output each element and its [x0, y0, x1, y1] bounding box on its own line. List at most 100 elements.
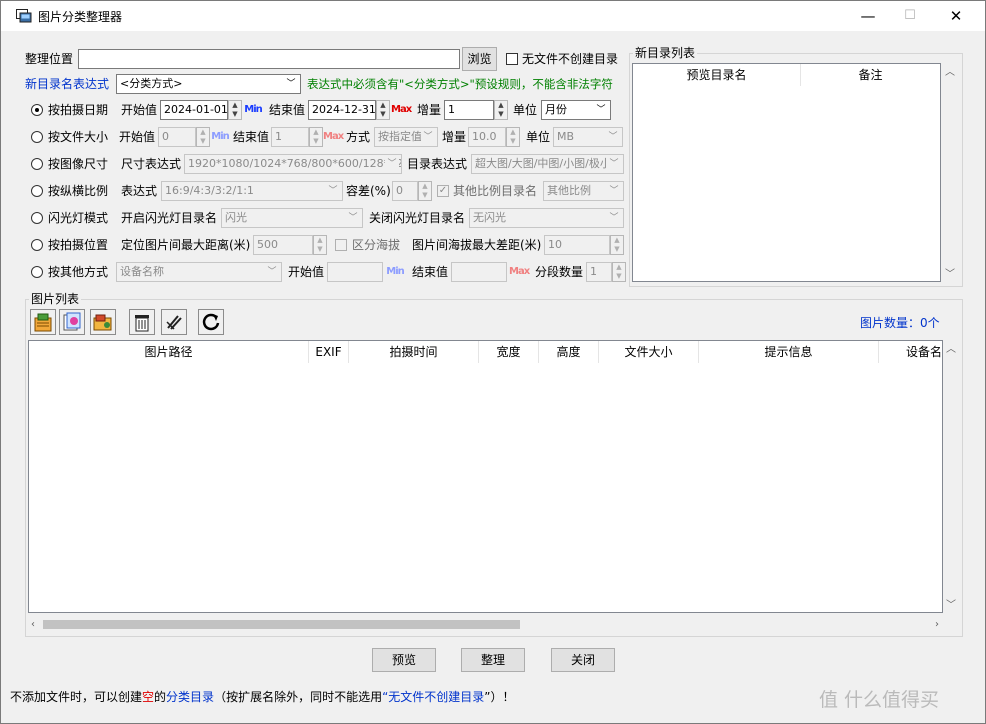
- close-window-button[interactable]: ✕: [933, 1, 979, 31]
- mode-other-label: 按其他方式: [48, 265, 109, 279]
- altdiff-spinner[interactable]: ▲ ▼: [610, 235, 624, 255]
- date-min-button[interactable]: Min: [243, 100, 263, 120]
- column-device[interactable]: 设备名: [879, 341, 942, 363]
- ratio-other-checkbox[interactable]: ✓: [437, 185, 449, 197]
- date-unit-combo[interactable]: 月份 ﹀: [541, 100, 611, 120]
- preview-button[interactable]: 预览: [372, 648, 436, 672]
- column-preview-dir[interactable]: 预览目录名: [633, 64, 801, 86]
- date-start-spinner[interactable]: ▲ ▼: [228, 100, 242, 120]
- horizontal-scrollbar[interactable]: [28, 616, 943, 633]
- minimize-button[interactable]: —: [845, 1, 891, 31]
- delete-button[interactable]: [129, 309, 155, 335]
- ratio-tol-input[interactable]: 0: [392, 181, 418, 201]
- size-max-button[interactable]: Max: [323, 127, 344, 147]
- size-start-input[interactable]: 0: [158, 127, 196, 147]
- mode-other-radio[interactable]: [31, 266, 43, 278]
- column-exif[interactable]: EXIF: [309, 341, 349, 363]
- dimension-expr-combo[interactable]: 1920*1080/1024*768/800*600/128*128 ﹀: [184, 154, 402, 174]
- scroll-down-arrow[interactable]: ﹀: [945, 269, 955, 281]
- clear-icon: [166, 315, 182, 330]
- size-unit-combo[interactable]: MB ﹀: [553, 127, 623, 147]
- date-end-label: 结束值: [269, 103, 306, 117]
- size-method-combo[interactable]: 按指定值 ﹀: [374, 127, 438, 147]
- mode-location-radio[interactable]: [31, 239, 43, 251]
- location-input[interactable]: [78, 49, 460, 69]
- altitude-label: 区分海拔: [352, 238, 401, 252]
- refresh-button[interactable]: [198, 309, 224, 335]
- column-height[interactable]: 高度: [539, 341, 599, 363]
- ratio-other-combo[interactable]: 其他比例 ﹀: [543, 181, 624, 201]
- size-step-input[interactable]: 10.0: [468, 127, 506, 147]
- chevron-down-icon: ﹀: [284, 75, 298, 93]
- other-end-input[interactable]: [451, 262, 507, 282]
- mode-date-radio[interactable]: [31, 104, 43, 116]
- size-start-spinner[interactable]: ▲ ▼: [196, 127, 210, 147]
- altdiff-input[interactable]: 10: [544, 235, 610, 255]
- image-list-table[interactable]: 图片路径 EXIF 拍摄时间 宽度 高度 文件大小 提示信息 设备名: [28, 340, 943, 613]
- flash-on-combo[interactable]: 闪光 ﹀: [221, 208, 363, 228]
- browse-button[interactable]: 浏览: [462, 47, 497, 71]
- no-file-dir-checkbox[interactable]: [506, 53, 518, 65]
- chevron-down-icon: ﹀: [607, 182, 621, 200]
- scroll-right-arrow[interactable]: ›: [935, 619, 939, 631]
- mode-ratio-radio[interactable]: [31, 185, 43, 197]
- dimension-dir-combo[interactable]: 超大图/大图/中图/小图/极小图 ﹀: [471, 154, 624, 174]
- close-button[interactable]: 关闭: [551, 648, 615, 672]
- other-start-input[interactable]: [327, 262, 383, 282]
- new-dir-list[interactable]: 预览目录名 备注: [632, 63, 941, 282]
- altitude-checkbox[interactable]: [335, 239, 347, 251]
- column-hint[interactable]: 提示信息: [699, 341, 879, 363]
- organize-button[interactable]: 整理: [461, 648, 525, 672]
- ratio-tol-spinner[interactable]: ▲ ▼: [418, 181, 432, 201]
- location-dist-input[interactable]: 500: [253, 235, 313, 255]
- date-start-input[interactable]: 2024-01-01: [160, 100, 228, 120]
- column-image-path[interactable]: 图片路径: [29, 341, 309, 363]
- add-folder-button[interactable]: [59, 309, 85, 335]
- date-max-button[interactable]: Max: [391, 100, 412, 120]
- other-min-button[interactable]: Min: [385, 262, 405, 282]
- mode-dimension-radio[interactable]: [31, 158, 43, 170]
- main-window: 图片分类整理器 — ☐ ✕ 整理位置 浏览 无文件不创建目录 新目录名表达式 <…: [0, 0, 986, 724]
- scroll-down-arrow[interactable]: ﹀: [946, 600, 956, 612]
- date-step-spinner[interactable]: ▲ ▼: [494, 100, 508, 120]
- chevron-down-icon: ﹀: [346, 209, 360, 227]
- scroll-up-arrow[interactable]: ︿: [946, 344, 956, 356]
- flash-off-value: 无闪光: [473, 211, 506, 224]
- size-step-spinner[interactable]: ▲ ▼: [506, 127, 520, 147]
- size-end-spinner[interactable]: ▲ ▼: [309, 127, 323, 147]
- column-file-size[interactable]: 文件大小: [599, 341, 699, 363]
- add-files-button[interactable]: [30, 309, 56, 335]
- import-button[interactable]: [90, 309, 116, 335]
- size-min-button[interactable]: Min: [210, 127, 230, 147]
- column-width[interactable]: 宽度: [479, 341, 539, 363]
- other-max-button[interactable]: Max: [509, 262, 530, 282]
- chevron-down-icon: ﹀: [594, 101, 608, 119]
- chevron-down-icon: ﹀: [385, 155, 399, 173]
- location-label: 整理位置: [25, 52, 74, 66]
- expression-combo[interactable]: <分类方式> ﹀: [116, 74, 301, 94]
- column-remark[interactable]: 备注: [801, 64, 940, 86]
- other-field-combo[interactable]: 设备名称 ﹀: [116, 262, 282, 282]
- scrollbar-thumb[interactable]: [43, 620, 520, 629]
- ratio-expr-label: 表达式: [121, 184, 158, 198]
- scroll-left-arrow[interactable]: ‹: [31, 619, 35, 631]
- size-end-input[interactable]: 1: [271, 127, 309, 147]
- mode-flash-label: 闪光灯模式: [48, 211, 109, 225]
- date-end-spinner[interactable]: ▲ ▼: [376, 100, 390, 120]
- other-seg-spinner[interactable]: ▲ ▼: [612, 262, 626, 282]
- flash-off-combo[interactable]: 无闪光 ﹀: [469, 208, 624, 228]
- scroll-up-arrow[interactable]: ︿: [945, 67, 955, 79]
- mode-location-label: 按拍摄位置: [48, 238, 109, 252]
- chevron-down-icon: ﹀: [606, 128, 620, 146]
- column-shot-time[interactable]: 拍摄时间: [349, 341, 479, 363]
- date-end-input[interactable]: 2024-12-31: [308, 100, 376, 120]
- location-dist-spinner[interactable]: ▲ ▼: [313, 235, 327, 255]
- other-seg-input[interactable]: 1: [586, 262, 612, 282]
- mode-flash-radio[interactable]: [31, 212, 43, 224]
- status-part-3: 的: [154, 690, 167, 704]
- mode-size-radio[interactable]: [31, 131, 43, 143]
- clear-button[interactable]: [161, 309, 187, 335]
- maximize-button[interactable]: ☐: [887, 1, 933, 31]
- date-step-input[interactable]: 1: [444, 100, 494, 120]
- ratio-expr-combo[interactable]: 16:9/4:3/3:2/1:1 ﹀: [161, 181, 343, 201]
